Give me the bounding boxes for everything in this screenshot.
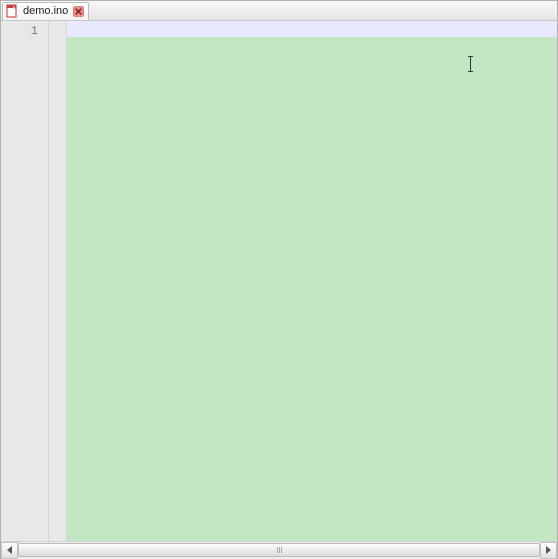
fold-gutter <box>49 21 67 541</box>
line-number-gutter: 1 <box>1 21 49 541</box>
code-text-area[interactable] <box>67 21 557 541</box>
close-icon[interactable] <box>72 5 84 17</box>
editor-window: demo.ino 1 <box>0 0 558 559</box>
scroll-left-button[interactable] <box>1 542 18 559</box>
scrollbar-thumb[interactable] <box>18 543 540 557</box>
current-line-highlight <box>67 21 557 37</box>
scrollbar-track[interactable] <box>18 542 540 559</box>
line-number: 1 <box>31 23 38 39</box>
editor-area: 1 <box>1 21 557 541</box>
chevron-left-icon <box>7 546 12 554</box>
file-icon <box>5 4 19 18</box>
text-cursor-icon <box>470 56 471 72</box>
file-tab[interactable]: demo.ino <box>2 2 89 20</box>
thumb-grip-icon <box>275 546 283 554</box>
tab-filename: demo.ino <box>23 5 68 17</box>
scroll-right-button[interactable] <box>540 542 557 559</box>
chevron-right-icon <box>546 546 551 554</box>
horizontal-scrollbar <box>1 541 557 558</box>
tab-bar: demo.ino <box>1 1 557 21</box>
